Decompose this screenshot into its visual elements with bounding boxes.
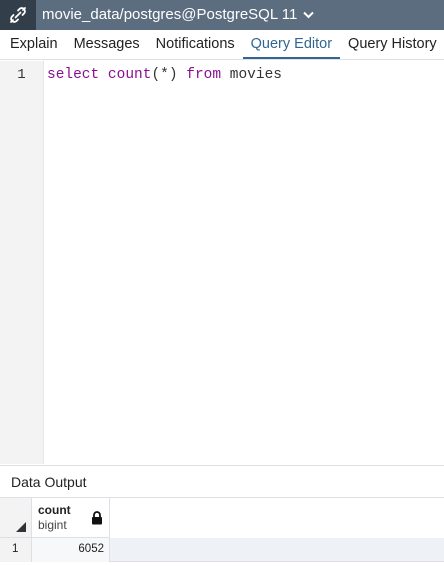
corner-triangle-icon	[16, 522, 26, 532]
table-name: movies	[229, 67, 282, 83]
keyword-from: from	[186, 67, 222, 83]
lock-icon	[92, 511, 102, 525]
line-gutter: 1	[0, 61, 44, 464]
row-number: 1	[0, 538, 32, 562]
connection-label: movie_data/postgres@PostgreSQL 11	[42, 6, 298, 23]
tab-explain[interactable]: Explain	[0, 30, 66, 59]
keyword-select: select	[47, 67, 100, 83]
chevron-down-icon	[303, 11, 315, 19]
function-count: count	[107, 67, 152, 83]
plug-icon[interactable]	[0, 0, 36, 30]
panel-tabs: Explain Messages Notifications Query Edi…	[0, 30, 444, 60]
output-panel-header: Data Output	[0, 465, 444, 498]
connection-selector[interactable]: movie_data/postgres@PostgreSQL 11	[36, 0, 315, 30]
tab-query-editor[interactable]: Query Editor	[242, 30, 341, 59]
code-area[interactable]: select count(*) from movies	[44, 61, 444, 464]
table-row[interactable]: 1 6052	[0, 538, 444, 562]
connection-bar: movie_data/postgres@PostgreSQL 11	[0, 0, 444, 30]
tab-notifications[interactable]: Notifications	[148, 30, 243, 59]
count-args: (*)	[151, 67, 178, 83]
column-header-count[interactable]: count bigint	[32, 498, 110, 538]
line-number: 1	[17, 67, 26, 83]
tab-query-history[interactable]: Query History	[340, 30, 444, 59]
select-all-corner[interactable]	[0, 498, 32, 538]
cell-count[interactable]: 6052	[32, 538, 110, 562]
result-grid: count bigint 1 6052	[0, 498, 444, 566]
tab-data-output[interactable]: Data Output	[0, 474, 87, 490]
grid-header: count bigint	[0, 498, 444, 538]
tab-messages[interactable]: Messages	[66, 30, 148, 59]
query-editor: 1 select count(*) from movies	[0, 61, 444, 464]
